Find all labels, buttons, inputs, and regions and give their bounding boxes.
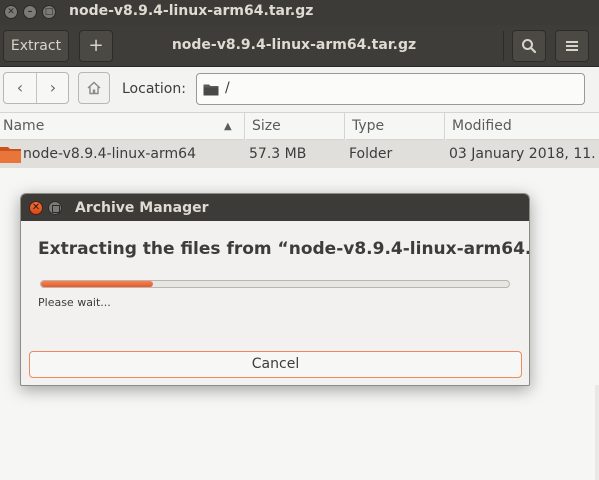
row-modified: 03 January 2018, 11... xyxy=(449,146,595,162)
navigation-group: ‹ › xyxy=(3,72,69,104)
dialog-close-button[interactable]: ✕ xyxy=(29,201,43,215)
header-separator xyxy=(503,31,504,61)
progress-bar xyxy=(40,280,510,288)
row-type: Folder xyxy=(349,146,393,162)
sort-ascending-icon: ▲ xyxy=(224,121,232,132)
hamburger-icon xyxy=(566,41,578,51)
dialog-titlebar: ✕ Archive Manager xyxy=(21,194,529,221)
close-icon: ✕ xyxy=(7,7,15,17)
home-icon xyxy=(87,81,101,95)
dialog-title: Archive Manager xyxy=(75,200,209,216)
search-button[interactable] xyxy=(512,30,546,62)
cancel-button[interactable]: Cancel xyxy=(29,351,522,378)
column-header-type[interactable]: Type xyxy=(346,113,445,140)
window-maximize-button[interactable]: □ xyxy=(42,5,56,19)
header-title: node-v8.9.4-linux-arm64.tar.gz xyxy=(171,37,417,53)
folder-icon xyxy=(0,147,21,163)
background-window-edge xyxy=(595,385,599,480)
menu-button[interactable] xyxy=(555,30,589,62)
column-header-modified[interactable]: Modified xyxy=(446,113,599,140)
back-button[interactable]: ‹ xyxy=(4,73,36,103)
column-header-size[interactable]: Size xyxy=(246,113,345,140)
chevron-right-icon: › xyxy=(49,78,57,97)
window-minimize-button[interactable]: – xyxy=(23,5,37,19)
window-close-button[interactable]: ✕ xyxy=(4,5,18,19)
location-bar: ‹ › Location: / xyxy=(0,67,599,113)
forward-button[interactable]: › xyxy=(37,73,69,103)
close-icon: ✕ xyxy=(31,202,41,213)
chevron-left-icon: ‹ xyxy=(16,78,24,97)
location-path: / xyxy=(225,80,230,96)
row-size: 57.3 MB xyxy=(249,146,307,162)
location-field[interactable]: / xyxy=(196,73,585,105)
column-header-name[interactable]: Name ▲ xyxy=(0,113,245,140)
progress-fill xyxy=(41,281,154,287)
home-button[interactable] xyxy=(78,72,110,104)
minimize-icon: – xyxy=(27,7,33,17)
folder-icon xyxy=(203,84,219,96)
table-row[interactable]: node-v8.9.4-linux-arm64 57.3 MB Folder 0… xyxy=(0,140,599,168)
row-name: node-v8.9.4-linux-arm64 xyxy=(23,146,196,162)
search-icon xyxy=(522,39,537,54)
column-label: Name xyxy=(3,118,45,134)
extract-progress-dialog: ✕ Archive Manager Extracting the files f… xyxy=(20,193,530,386)
window-titlebar: ✕ – □ node-v8.9.4-linux-arm64.tar.gz xyxy=(0,0,599,25)
location-label: Location: xyxy=(122,81,186,97)
dialog-heading: Extracting the files from “node-v8.9.4-l… xyxy=(38,239,529,259)
dialog-status: Please wait... xyxy=(38,296,111,309)
dialog-minimize-button[interactable] xyxy=(48,201,62,215)
window-title: node-v8.9.4-linux-arm64.tar.gz xyxy=(69,3,314,19)
maximize-icon: □ xyxy=(44,7,54,17)
header-bar: Extract + node-v8.9.4-linux-arm64.tar.gz xyxy=(0,25,599,67)
